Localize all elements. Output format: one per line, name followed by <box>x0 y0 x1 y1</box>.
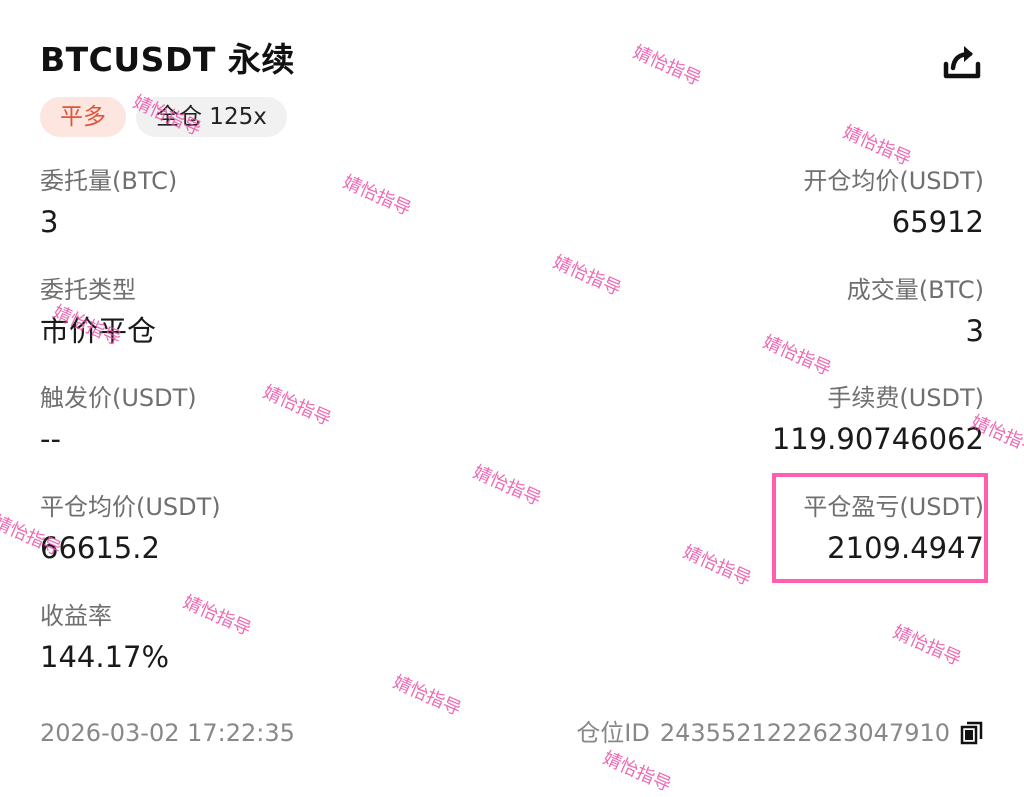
margin-mode-badge: 全仓 125x <box>136 97 287 137</box>
field-roi: 收益率 144.17% <box>40 601 500 677</box>
fee-value: 119.90746062 <box>771 422 984 456</box>
order-detail-page: BTCUSDT 永续 平多 全仓 125x 委托量(BTC) 3 开仓均价(US… <box>0 0 1024 796</box>
field-order-qty: 委托量(BTC) 3 <box>40 166 500 242</box>
copy-icon[interactable] <box>960 720 984 746</box>
filled-qty-value: 3 <box>965 314 984 348</box>
fee-label: 手续费(USDT) <box>827 384 984 412</box>
position-id-label: 仓位ID <box>576 719 650 747</box>
contract-title: BTCUSDT 永续 <box>40 40 295 79</box>
trigger-price-label: 触发价(USDT) <box>40 384 197 412</box>
order-timestamp: 2026-03-02 17:22:35 <box>40 719 295 747</box>
field-close-pnl: 平仓盈亏(USDT) 2109.4947 <box>524 492 984 568</box>
order-qty-value: 3 <box>40 205 59 239</box>
filled-qty-label: 成交量(BTC) <box>846 276 984 304</box>
side-badge: 平多 <box>40 97 126 137</box>
field-close-avg-price: 平仓均价(USDT) 66615.2 <box>40 492 500 568</box>
watermark: 婧怡指导 <box>629 41 705 91</box>
position-badges: 平多 全仓 125x <box>40 97 287 137</box>
position-id-row: 仓位ID 2435521222623047910 <box>576 718 984 748</box>
close-pnl-value: 2109.4947 <box>827 531 984 565</box>
field-filled-qty: 成交量(BTC) 3 <box>524 275 984 351</box>
close-pnl-label: 平仓盈亏(USDT) <box>803 493 984 521</box>
roi-value: 144.17% <box>40 640 170 674</box>
order-type-value: 市价平仓 <box>40 314 157 348</box>
open-avg-price-label: 开仓均价(USDT) <box>803 167 984 195</box>
field-order-type: 委托类型 市价平仓 <box>40 275 500 351</box>
roi-label: 收益率 <box>40 602 112 630</box>
close-avg-price-label: 平仓均价(USDT) <box>40 493 221 521</box>
close-avg-price-value: 66615.2 <box>40 531 160 565</box>
share-icon[interactable] <box>940 40 984 84</box>
watermark: 婧怡指导 <box>599 747 675 797</box>
watermark: 婧怡指导 <box>839 121 915 171</box>
field-fee: 手续费(USDT) 119.90746062 <box>524 383 984 459</box>
order-qty-label: 委托量(BTC) <box>40 167 178 195</box>
position-id-value: 2435521222623047910 <box>659 719 950 747</box>
watermark: 婧怡指导 <box>889 621 965 671</box>
open-avg-price-value: 65912 <box>891 205 984 239</box>
order-type-label: 委托类型 <box>40 276 136 304</box>
trigger-price-value: -- <box>40 422 61 456</box>
field-open-avg-price: 开仓均价(USDT) 65912 <box>524 166 984 242</box>
field-trigger-price: 触发价(USDT) -- <box>40 383 500 459</box>
